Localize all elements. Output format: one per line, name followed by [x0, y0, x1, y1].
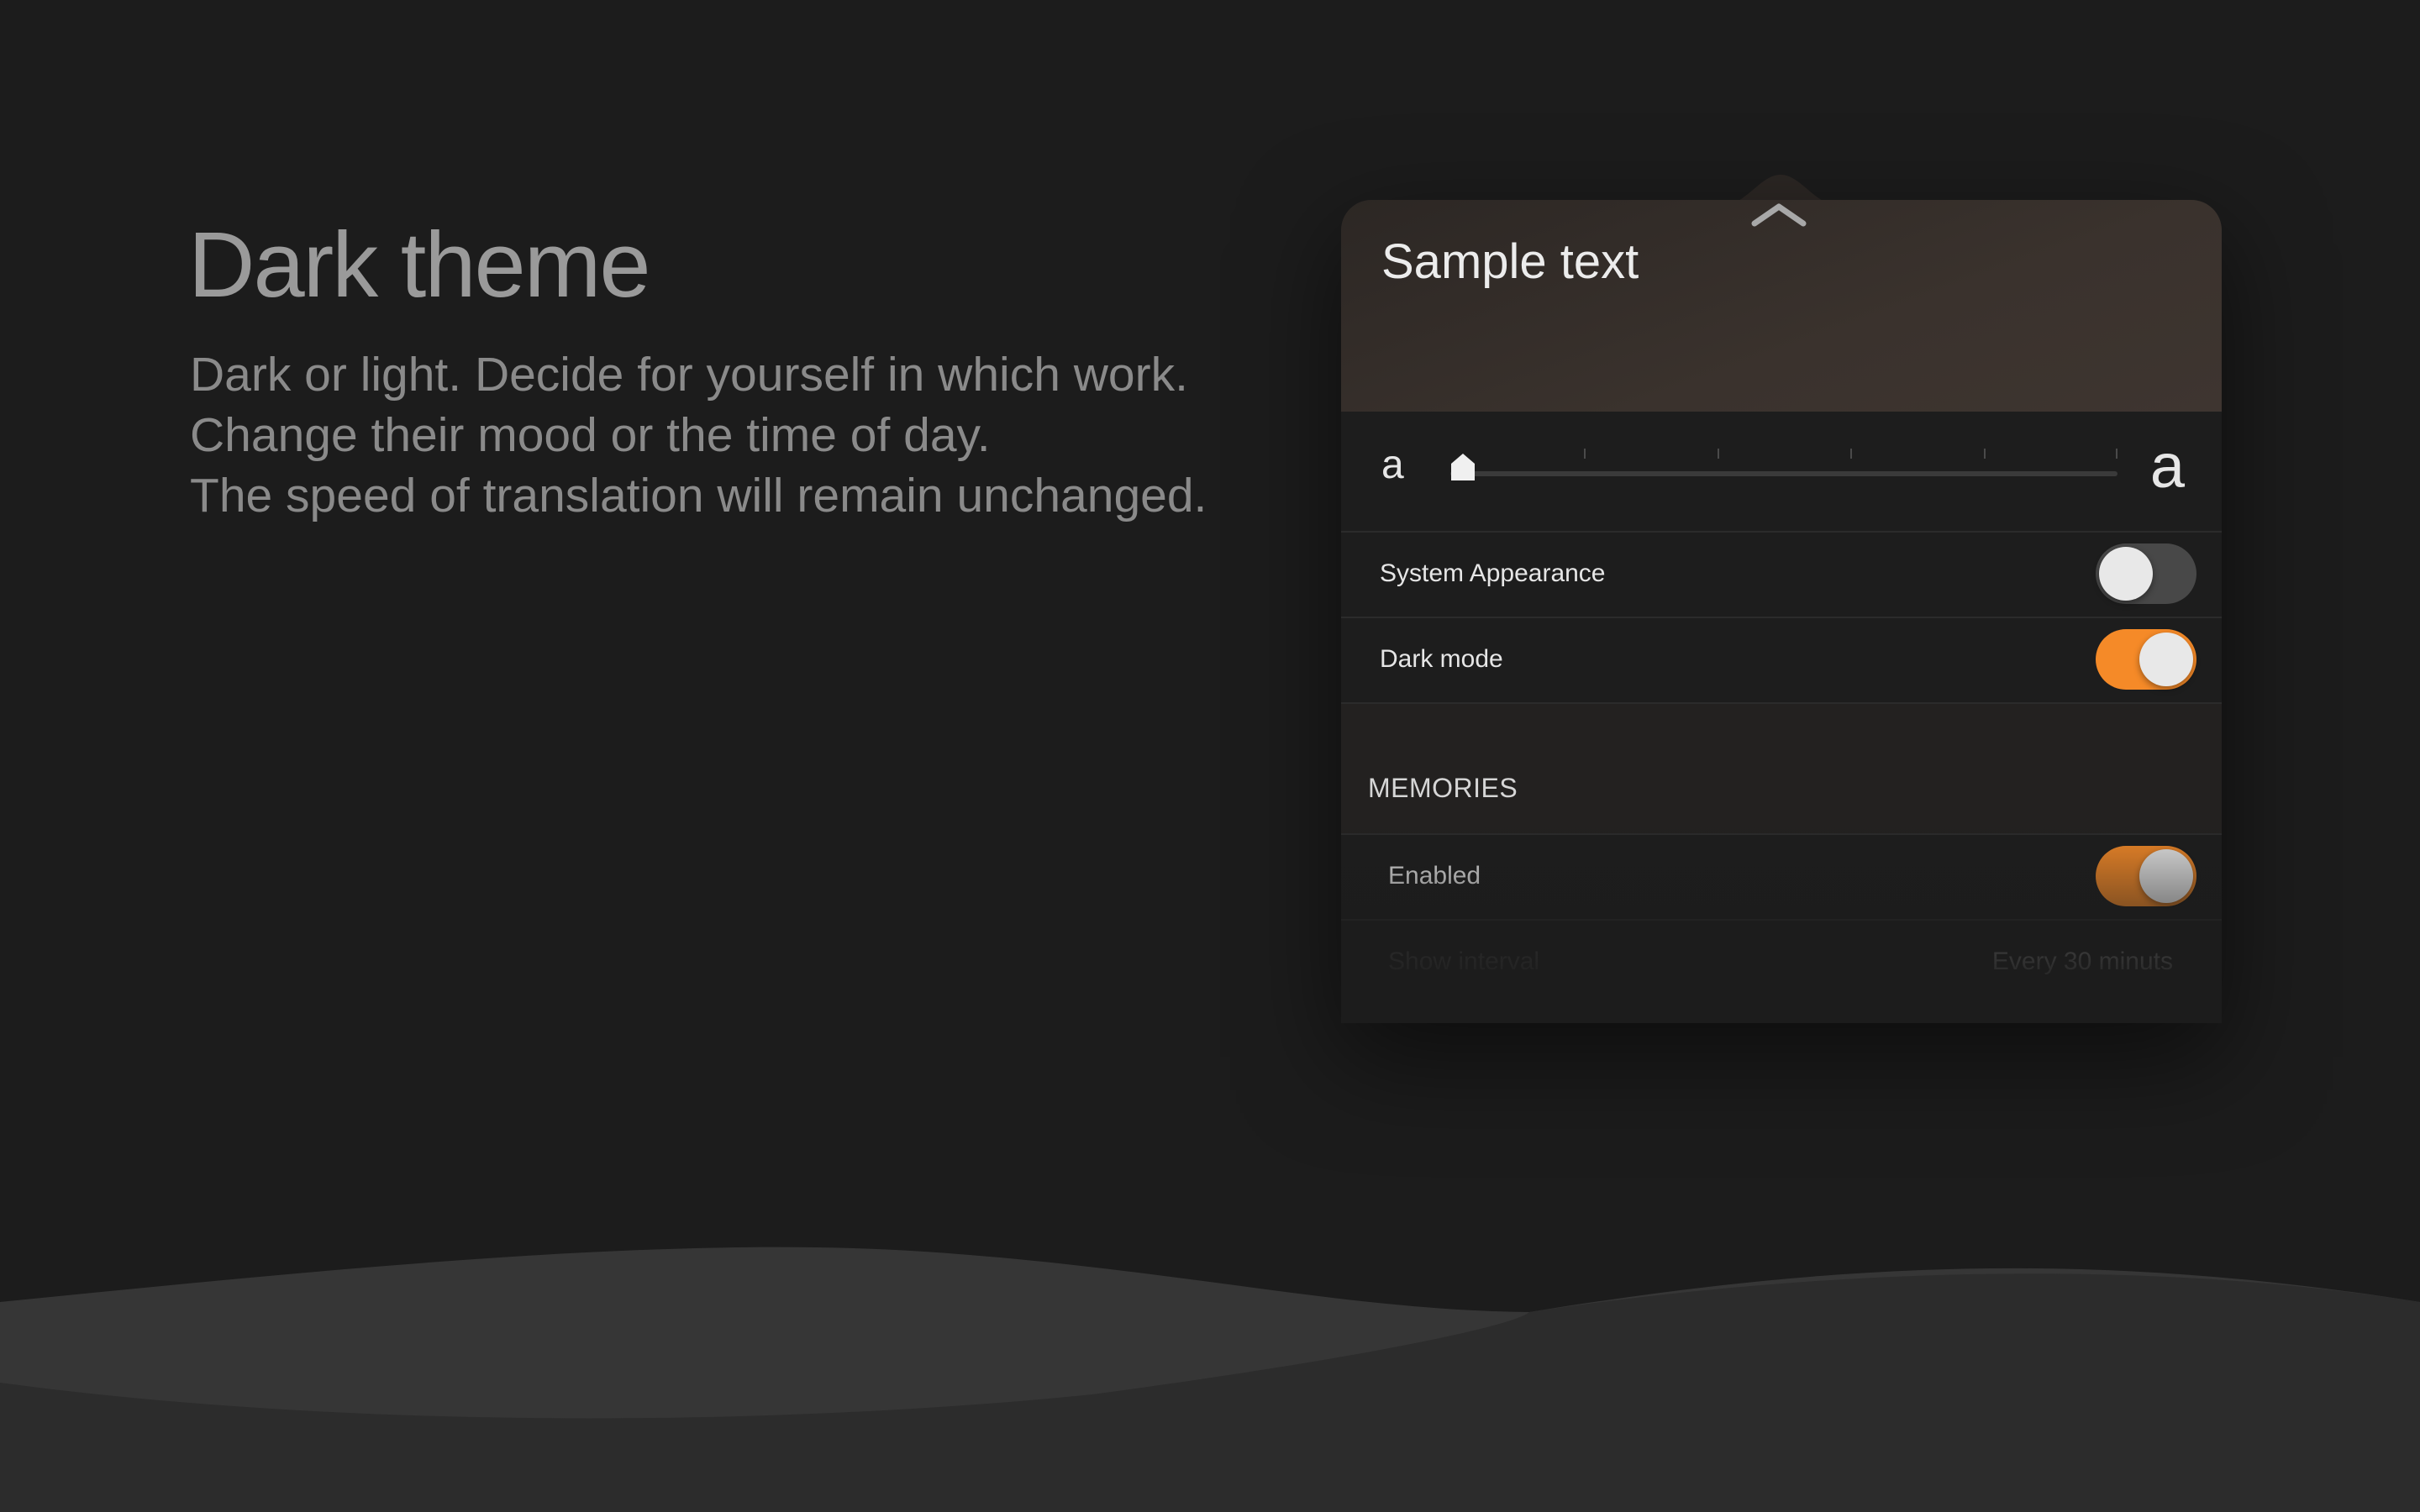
description-line-3: The speed of translation will remain unc… [190, 469, 1207, 522]
font-size-row: a a [1341, 412, 2222, 533]
system-appearance-row: System Appearance [1341, 533, 2222, 618]
slider-thumb-icon[interactable] [1450, 452, 1476, 482]
page-description: Dark or light. Decide for yourself in wh… [190, 344, 1207, 526]
slider-track[interactable] [1450, 471, 2118, 476]
sample-text: Sample text [1381, 234, 1639, 289]
show-interval-row[interactable]: Show interval Every 30 minuts [1341, 921, 2222, 1006]
toggle-knob [2099, 547, 2153, 601]
settings-popover: Sample text a a System Appearance Dark m… [1341, 200, 2222, 1023]
memories-enabled-label: Enabled [1388, 862, 1481, 890]
memories-section-header-row: MEMORIES [1341, 704, 2222, 835]
description-line-1: Dark or light. Decide for yourself in wh… [190, 348, 1188, 402]
dark-mode-row: Dark mode [1341, 618, 2222, 704]
toggle-knob [2139, 849, 2193, 903]
chevron-up-icon[interactable] [1751, 202, 1807, 227]
text-preview: Sample text [1341, 200, 2222, 412]
slider-tick [1850, 449, 1853, 459]
page-title: Dark theme [188, 213, 651, 317]
slider-tick [1583, 449, 1586, 459]
font-size-slider[interactable] [1450, 449, 2118, 491]
system-appearance-label: System Appearance [1380, 559, 1606, 587]
dark-mode-label: Dark mode [1380, 645, 1503, 673]
slider-tick [2116, 449, 2118, 459]
dark-mode-toggle[interactable] [2096, 629, 2196, 690]
slider-tick [1717, 449, 1719, 459]
app-showcase: Dark theme Dark or light. Decide for you… [0, 0, 2420, 1512]
memories-enabled-toggle[interactable] [2096, 846, 2196, 906]
memories-section-header: MEMORIES [1368, 773, 1518, 803]
memories-enabled-row: Enabled [1341, 835, 2222, 921]
toggle-knob [2139, 633, 2193, 686]
show-interval-value[interactable]: Every 30 minuts [1992, 948, 2173, 976]
font-size-small-label: a [1381, 443, 1404, 487]
slider-tick [1984, 449, 1986, 459]
font-size-large-label: a [2149, 431, 2185, 501]
show-interval-label: Show interval [1388, 948, 1540, 975]
description-line-2: Change their mood or the time of day. [190, 408, 991, 462]
system-appearance-toggle[interactable] [2096, 543, 2196, 604]
